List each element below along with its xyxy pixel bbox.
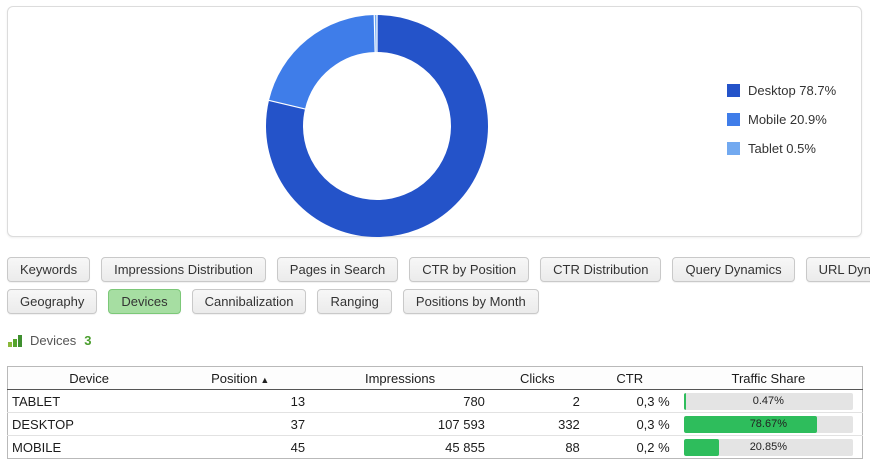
- traffic-share-value: 78.67%: [684, 416, 853, 433]
- cell-ctr: 0,2 %: [585, 436, 675, 459]
- legend-item-mobile[interactable]: Mobile 20.9%: [727, 112, 836, 126]
- sort-asc-icon: ▲: [260, 375, 269, 385]
- traffic-share-bar: 20.85%: [684, 439, 853, 456]
- traffic-share-bar: 78.67%: [684, 416, 853, 433]
- traffic-share-bar: 0.47%: [684, 393, 853, 410]
- column-header-ctr[interactable]: CTR: [585, 367, 675, 390]
- legend-label: Tablet 0.5%: [748, 141, 816, 156]
- section-count-badge: 3: [84, 333, 91, 348]
- tab-ctr-by-position[interactable]: CTR by Position: [409, 257, 529, 282]
- chart-legend: Desktop 78.7% Mobile 20.9% Tablet 0.5%: [727, 83, 836, 170]
- legend-label: Mobile 20.9%: [748, 112, 827, 127]
- tab-devices[interactable]: Devices: [108, 289, 180, 314]
- tab-positions-by-month[interactable]: Positions by Month: [403, 289, 539, 314]
- cell-traffic-share: 20.85%: [675, 436, 863, 459]
- legend-item-desktop[interactable]: Desktop 78.7%: [727, 83, 836, 97]
- cell-position: 13: [170, 390, 310, 413]
- devices-section-header: Devices 3: [8, 333, 91, 348]
- column-header-traffic-share[interactable]: Traffic Share: [675, 367, 863, 390]
- tab-query-dynamics[interactable]: Query Dynamics: [672, 257, 794, 282]
- bar-chart-icon-bar: [18, 335, 22, 347]
- cell-clicks: 332: [490, 413, 585, 436]
- tab-ctr-distribution[interactable]: CTR Distribution: [540, 257, 661, 282]
- table-row-desktop[interactable]: DESKTOP37107 5933320,3 % 78.67%: [8, 413, 863, 436]
- report-tabs-row-1: Keywords Impressions Distribution Pages in…: [7, 257, 870, 282]
- tab-geography[interactable]: Geography: [7, 289, 97, 314]
- legend-item-tablet[interactable]: Tablet 0.5%: [727, 141, 836, 155]
- cell-traffic-share: 0.47%: [675, 390, 863, 413]
- cell-impressions: 780: [310, 390, 490, 413]
- column-header-impressions[interactable]: Impressions: [310, 367, 490, 390]
- cell-clicks: 2: [490, 390, 585, 413]
- cell-device: MOBILE: [8, 436, 171, 459]
- cell-device: DESKTOP: [8, 413, 171, 436]
- legend-swatch: [727, 84, 740, 97]
- tab-impressions-distribution[interactable]: Impressions Distribution: [101, 257, 266, 282]
- table-row-mobile[interactable]: MOBILE4545 855880,2 % 20.85%: [8, 436, 863, 459]
- traffic-share-value: 20.85%: [684, 439, 853, 456]
- cell-impressions: 107 593: [310, 413, 490, 436]
- cell-clicks: 88: [490, 436, 585, 459]
- cell-position: 37: [170, 413, 310, 436]
- tab-cannibalization[interactable]: Cannibalization: [192, 289, 307, 314]
- report-tabs-row-2: Geography Devices Cannibalization Ranging Po…: [7, 289, 539, 314]
- table-header-row: DevicePosition▲ImpressionsClicksCTRTraff…: [8, 367, 863, 390]
- legend-label: Desktop 78.7%: [748, 83, 836, 98]
- tab-ranging[interactable]: Ranging: [317, 289, 391, 314]
- cell-traffic-share: 78.67%: [675, 413, 863, 436]
- legend-swatch: [727, 142, 740, 155]
- legend-swatch: [727, 113, 740, 126]
- tab-url-dynamics[interactable]: URL Dynamics: [806, 257, 870, 282]
- bar-chart-icon: [8, 334, 22, 347]
- column-header-clicks[interactable]: Clicks: [490, 367, 585, 390]
- cell-device: TABLET: [8, 390, 171, 413]
- column-header-position[interactable]: Position▲: [170, 367, 310, 390]
- cell-position: 45: [170, 436, 310, 459]
- tab-keywords[interactable]: Keywords: [7, 257, 90, 282]
- section-title: Devices: [30, 333, 76, 348]
- table-row-tablet[interactable]: TABLET1378020,3 % 0.47%: [8, 390, 863, 413]
- cell-ctr: 0,3 %: [585, 413, 675, 436]
- cell-ctr: 0,3 %: [585, 390, 675, 413]
- traffic-share-value: 0.47%: [684, 393, 853, 410]
- bar-chart-icon-bar: [8, 342, 12, 347]
- column-header-device[interactable]: Device: [8, 367, 171, 390]
- devices-chart-card: Desktop 78.7% Mobile 20.9% Tablet 0.5%: [7, 6, 862, 237]
- cell-impressions: 45 855: [310, 436, 490, 459]
- devices-donut-chart: [266, 15, 488, 237]
- bar-chart-icon-bar: [13, 339, 17, 347]
- tab-pages-in-search[interactable]: Pages in Search: [277, 257, 398, 282]
- devices-table: DevicePosition▲ImpressionsClicksCTRTraff…: [7, 366, 863, 459]
